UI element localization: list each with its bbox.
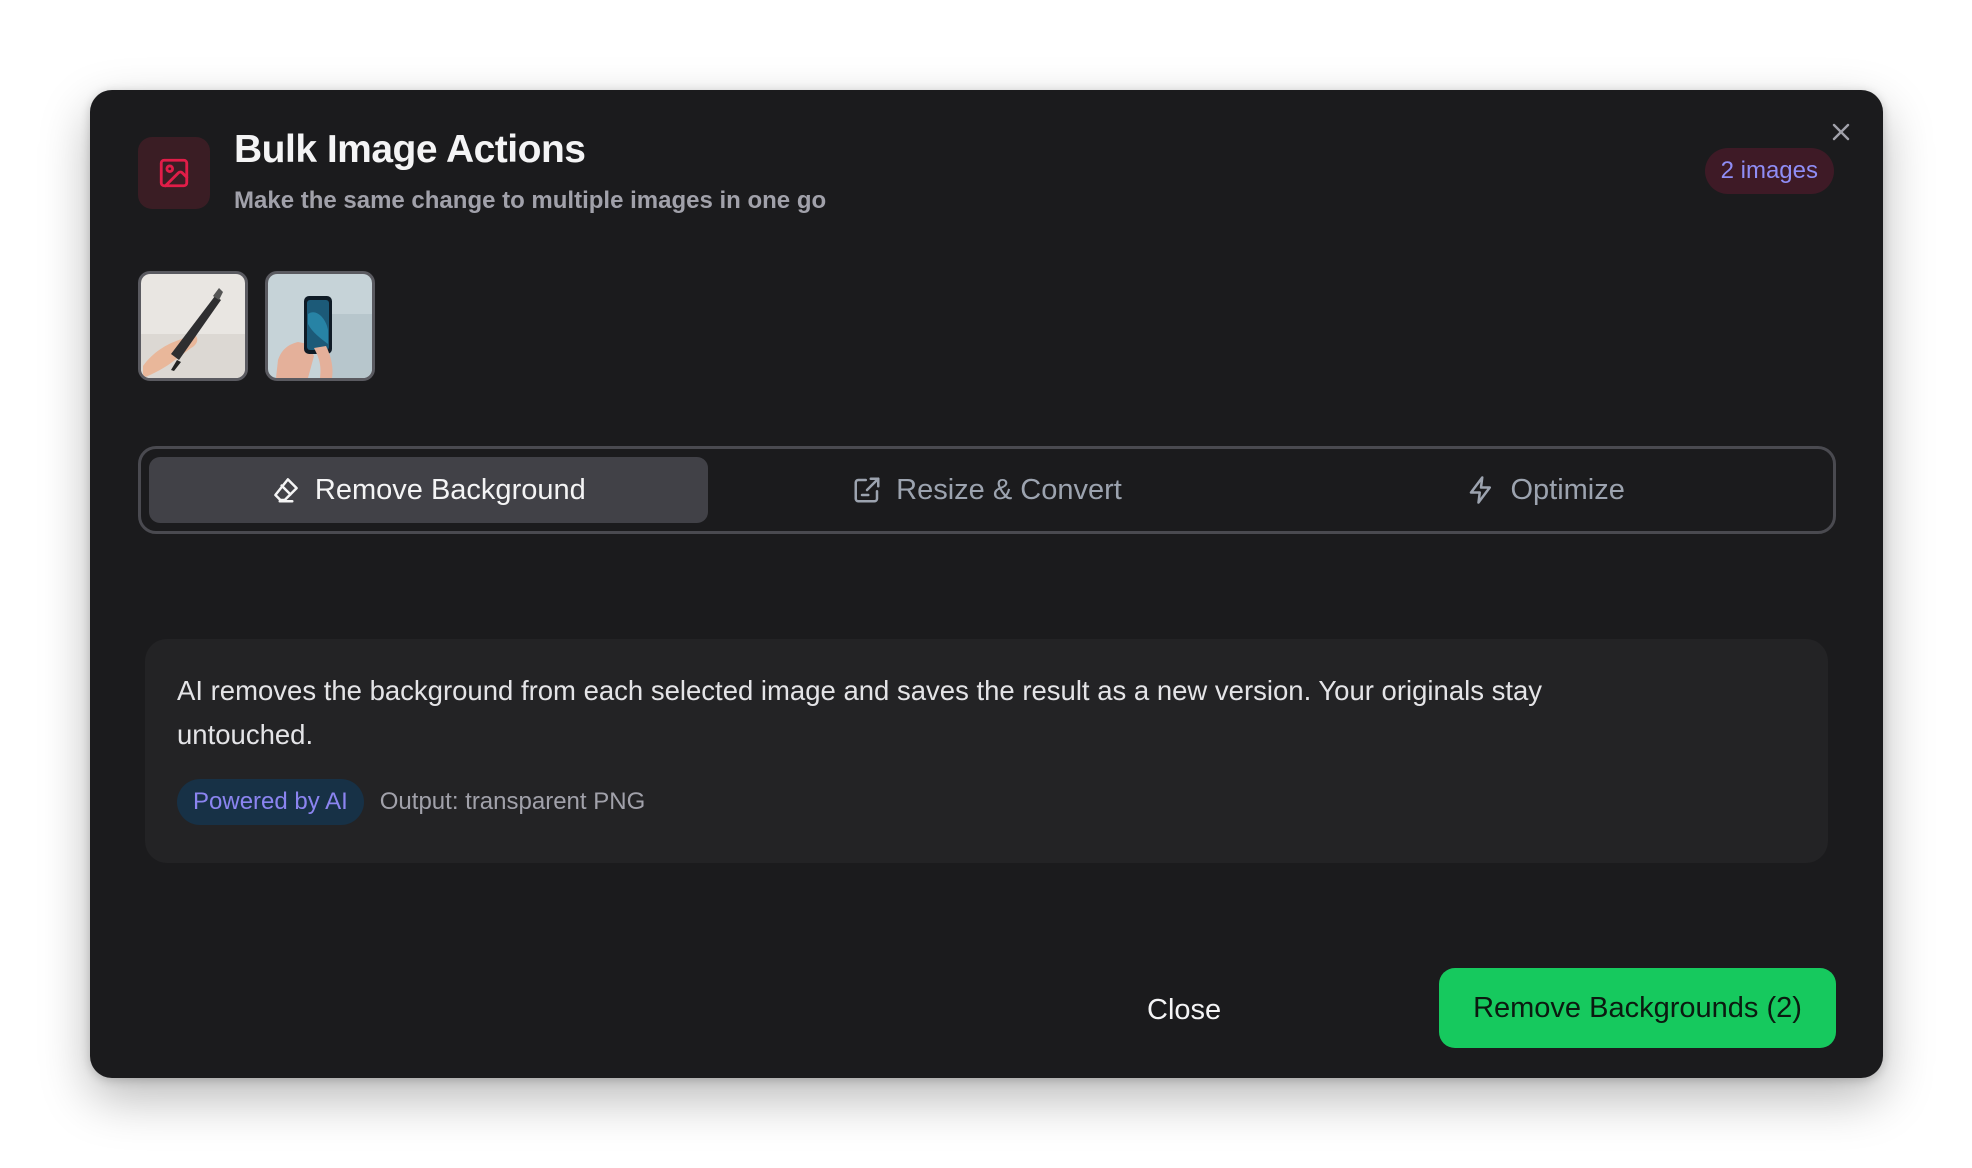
page: Bulk Image Actions Make the same change … [0,0,1972,1168]
remove-backgrounds-button[interactable]: Remove Backgrounds (2) [1439,968,1836,1048]
tab-label: Remove Background [314,473,586,506]
bulk-actions-dialog: Bulk Image Actions Make the same change … [90,90,1883,1078]
thumbnail-phone[interactable] [265,271,375,381]
info-description: AI removes the background from each sele… [177,675,1543,750]
eraser-icon [271,475,301,505]
output-format-text: Output: transparent PNG [379,788,646,815]
dialog-subtitle: Make the same change to multiple images … [234,187,827,214]
action-tabs: Remove Background Resize & Convert Optim… [138,446,1836,534]
image-count-badge: 2 images [1704,148,1834,194]
tab-remove-background[interactable]: Remove Background [149,457,708,523]
tab-optimize[interactable]: Optimize [1266,457,1825,523]
lightning-icon [1466,475,1496,505]
thumbnail-stylus[interactable] [138,271,248,381]
tab-label: Resize & Convert [896,473,1122,506]
dialog-title: Bulk Image Actions [234,128,586,171]
close-button[interactable]: Close [1123,970,1245,1050]
close-icon[interactable] [1827,118,1855,146]
powered-by-ai-badge: Powered by AI [177,779,364,825]
external-edit-icon [852,475,882,505]
image-icon [138,137,210,209]
info-meta: Powered by AI Output: transparent PNG [177,779,1796,825]
tab-label: Optimize [1510,473,1625,506]
tab-resize-convert[interactable]: Resize & Convert [708,457,1267,523]
info-card: AI removes the background from each sele… [145,639,1828,863]
thumbnail-strip [138,271,375,381]
